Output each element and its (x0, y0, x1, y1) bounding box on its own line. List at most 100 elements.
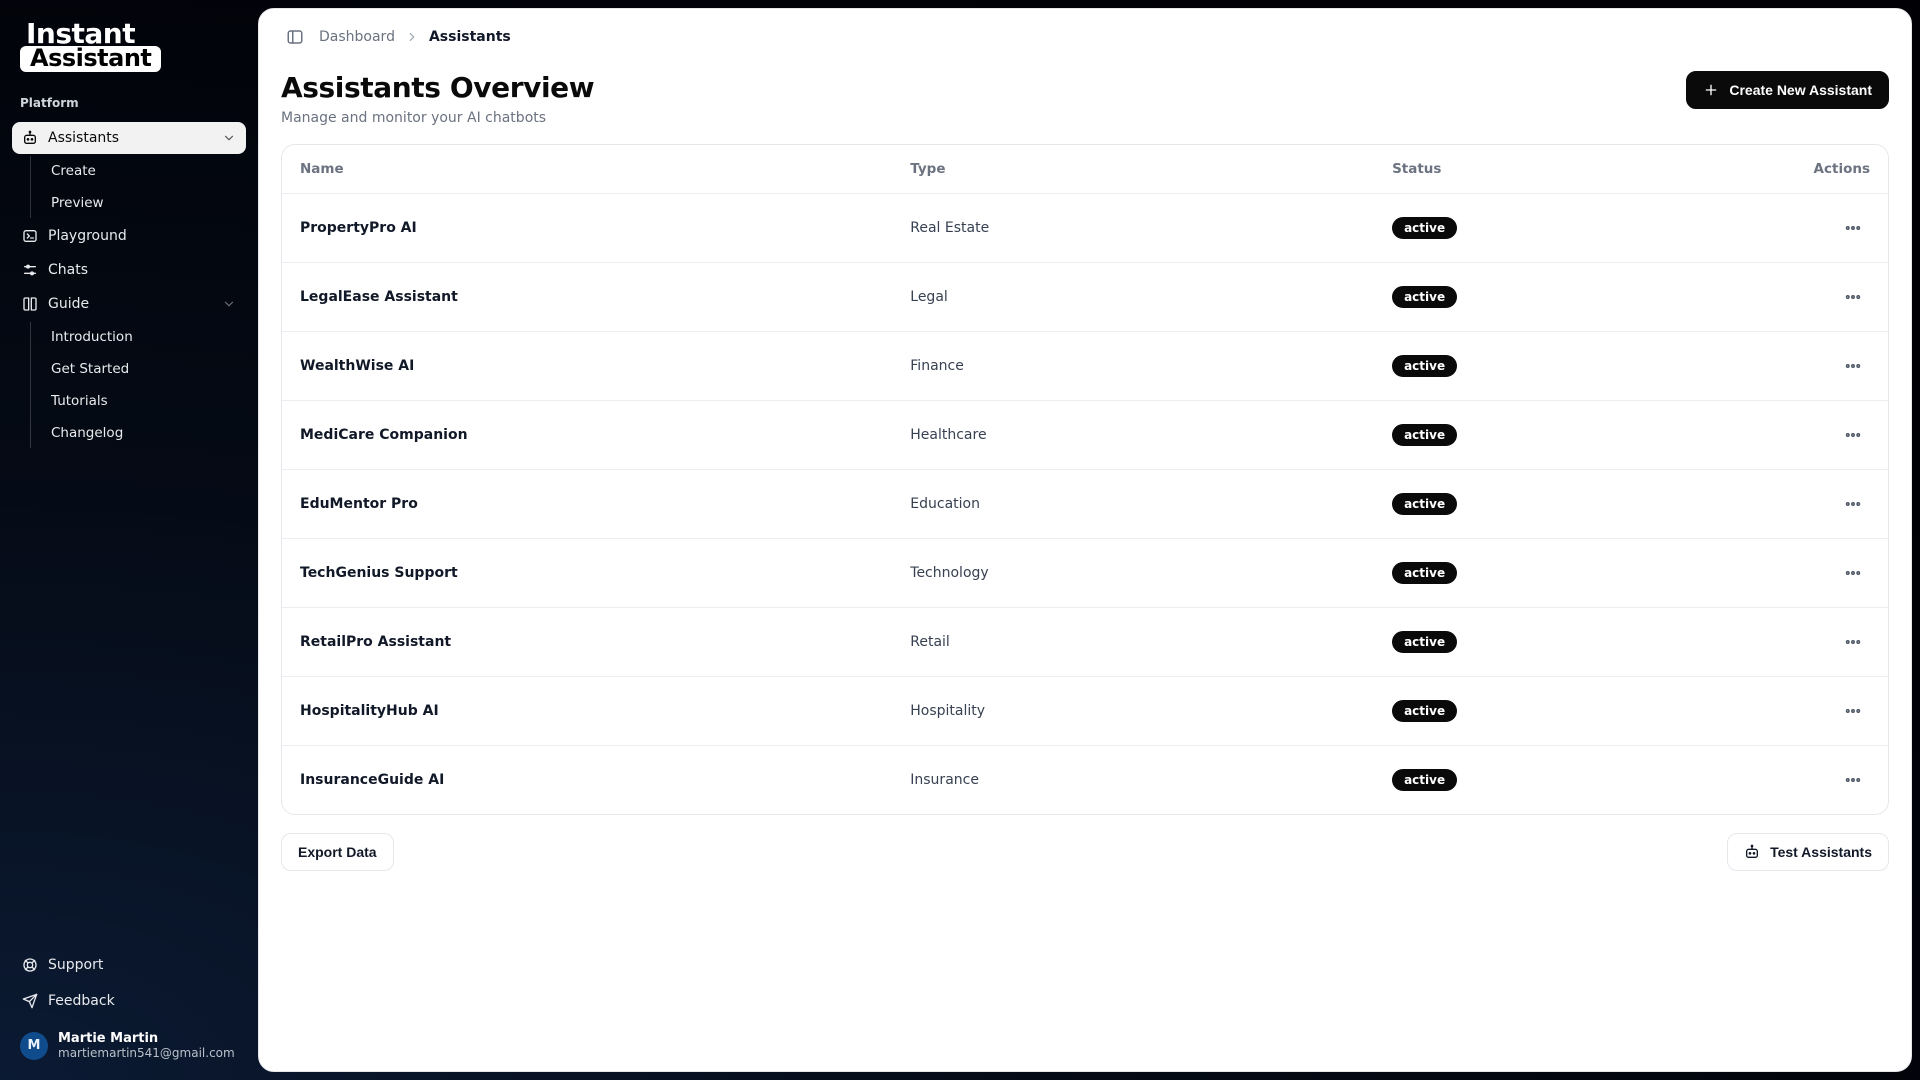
sidebar-item-guide[interactable]: Guide (12, 288, 246, 320)
page-title: Assistants Overview (281, 71, 594, 104)
sidebar-item-get-started[interactable]: Get Started (41, 354, 246, 384)
row-actions-button[interactable] (1836, 421, 1870, 449)
breadcrumb: Dashboard Assistants (319, 29, 511, 45)
sidebar-item-playground[interactable]: Playground (12, 220, 246, 252)
cell-name: InsuranceGuide AI (282, 746, 892, 815)
cell-actions (1727, 470, 1888, 539)
more-horizontal-icon (1844, 702, 1862, 720)
status-badge: active (1392, 217, 1457, 239)
life-buoy-icon (22, 957, 38, 973)
table-row: EduMentor ProEducationactive (282, 470, 1888, 539)
breadcrumb-root[interactable]: Dashboard (319, 29, 395, 45)
cell-type: Insurance (892, 746, 1374, 815)
status-badge: active (1392, 355, 1457, 377)
user-name: Martie Martin (58, 1031, 235, 1046)
sidebar-section-platform: Platform (12, 92, 246, 112)
sidebar-spacer (12, 458, 246, 931)
row-actions-button[interactable] (1836, 352, 1870, 380)
row-actions-button[interactable] (1836, 214, 1870, 242)
status-badge: active (1392, 631, 1457, 653)
button-label: Export Data (298, 844, 377, 860)
col-header-status: Status (1374, 145, 1727, 194)
assistants-table: Name Type Status Actions PropertyPro AIR… (282, 145, 1888, 814)
toggle-sidebar-button[interactable] (281, 23, 309, 51)
table-row: MediCare CompanionHealthcareactive (282, 401, 1888, 470)
cell-type: Retail (892, 608, 1374, 677)
sidebar-item-chats[interactable]: Chats (12, 254, 246, 286)
main-panel: Dashboard Assistants Assistants Overview… (258, 8, 1912, 1072)
panel-left-icon (286, 28, 304, 46)
breadcrumb-current: Assistants (429, 29, 511, 45)
user-menu[interactable]: M Martie Martin martiemartin541@gmail.co… (12, 1021, 246, 1066)
more-horizontal-icon (1844, 771, 1862, 789)
send-icon (22, 993, 38, 1009)
user-info: Martie Martin martiemartin541@gmail.com (58, 1031, 235, 1060)
table-row: TechGenius SupportTechnologyactive (282, 539, 1888, 608)
bot-icon (22, 130, 38, 146)
sidebar-item-label: Chats (48, 262, 88, 278)
sliders-icon (22, 262, 38, 278)
export-data-button[interactable]: Export Data (281, 833, 394, 871)
row-actions-button[interactable] (1836, 766, 1870, 794)
sidebar-item-tutorials[interactable]: Tutorials (41, 386, 246, 416)
cell-type: Real Estate (892, 194, 1374, 263)
row-actions-button[interactable] (1836, 628, 1870, 656)
create-assistant-button[interactable]: Create New Assistant (1686, 71, 1889, 109)
cell-name: HospitalityHub AI (282, 677, 892, 746)
cell-status: active (1374, 608, 1727, 677)
cell-actions (1727, 194, 1888, 263)
row-actions-button[interactable] (1836, 283, 1870, 311)
table-row: RetailPro AssistantRetailactive (282, 608, 1888, 677)
cell-actions (1727, 746, 1888, 815)
cell-name: LegalEase Assistant (282, 263, 892, 332)
cell-status: active (1374, 332, 1727, 401)
sidebar-item-label: Introduction (51, 329, 133, 345)
sidebar-item-create[interactable]: Create (41, 156, 246, 186)
row-actions-button[interactable] (1836, 490, 1870, 518)
sidebar-item-label: Changelog (51, 425, 123, 441)
status-badge: active (1392, 424, 1457, 446)
app-root: Instant Assistant Platform Assistants Cr… (0, 0, 1920, 1080)
cell-actions (1727, 332, 1888, 401)
button-label: Test Assistants (1770, 844, 1872, 860)
sidebar-item-assistants[interactable]: Assistants (12, 122, 246, 154)
cell-actions (1727, 263, 1888, 332)
row-actions-button[interactable] (1836, 697, 1870, 725)
user-email: martiemartin541@gmail.com (58, 1046, 235, 1060)
cell-name: TechGenius Support (282, 539, 892, 608)
status-badge: active (1392, 769, 1457, 791)
table-row: PropertyPro AIReal Estateactive (282, 194, 1888, 263)
sidebar-sub-assistants: Create Preview (30, 156, 246, 218)
plus-icon (1703, 82, 1719, 98)
brand-line2: Assistant (20, 46, 161, 72)
cell-actions (1727, 608, 1888, 677)
row-actions-button[interactable] (1836, 559, 1870, 587)
cell-status: active (1374, 746, 1727, 815)
sidebar-item-changelog[interactable]: Changelog (41, 418, 246, 448)
cell-type: Finance (892, 332, 1374, 401)
cell-name: EduMentor Pro (282, 470, 892, 539)
status-badge: active (1392, 700, 1457, 722)
brand-logo[interactable]: Instant Assistant (12, 14, 246, 82)
sidebar-item-introduction[interactable]: Introduction (41, 322, 246, 352)
table-row: LegalEase AssistantLegalactive (282, 263, 1888, 332)
sidebar-nav: Assistants Create Preview Playground (12, 122, 246, 448)
cell-actions (1727, 677, 1888, 746)
sidebar-item-label: Feedback (48, 993, 115, 1009)
cell-status: active (1374, 677, 1727, 746)
avatar: M (20, 1032, 48, 1060)
test-assistants-button[interactable]: Test Assistants (1727, 833, 1889, 871)
sidebar-item-support[interactable]: Support (12, 949, 246, 981)
more-horizontal-icon (1844, 219, 1862, 237)
terminal-icon (22, 228, 38, 244)
cell-type: Hospitality (892, 677, 1374, 746)
sidebar-item-feedback[interactable]: Feedback (12, 985, 246, 1017)
topbar: Dashboard Assistants (259, 9, 1911, 65)
sidebar-item-preview[interactable]: Preview (41, 188, 246, 218)
assistants-table-card: Name Type Status Actions PropertyPro AIR… (281, 144, 1889, 815)
avatar-initial: M (28, 1038, 41, 1053)
col-header-name: Name (282, 145, 892, 194)
more-horizontal-icon (1844, 633, 1862, 651)
sidebar-item-label: Support (48, 957, 103, 973)
chevron-down-icon (222, 297, 236, 311)
